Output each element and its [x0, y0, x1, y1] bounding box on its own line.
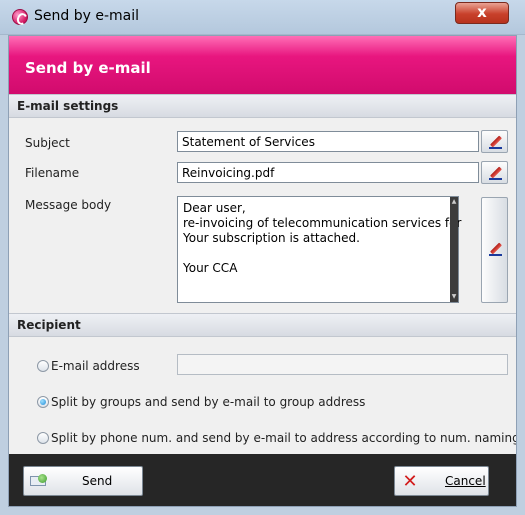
recipient-header-label: Recipient — [17, 318, 81, 332]
pencil-icon — [489, 136, 502, 149]
send-email-window: Send by e-mail x Send by e-mail E-mail s… — [0, 0, 525, 515]
email-settings-header: E-mail settings — [9, 94, 516, 118]
message-line: Your CCA — [183, 261, 238, 275]
subject-field[interactable]: Statement of Services — [177, 131, 479, 152]
cancel-button-label: Cancel — [445, 474, 486, 488]
banner: Send by e-mail — [9, 36, 516, 94]
radio-label: Split by groups and send by e-mail to gr… — [51, 395, 366, 409]
pencil-icon — [489, 167, 502, 180]
message-line: re-invoicing of telecommunication servic… — [183, 216, 462, 230]
message-edit-button[interactable] — [481, 197, 508, 303]
send-button-label: Send — [82, 474, 113, 488]
filename-field[interactable]: Reinvoicing.pdf — [177, 162, 479, 183]
footer-bar: Send ✕ Cancel — [9, 454, 516, 506]
radio-button-selected[interactable] — [37, 396, 49, 408]
subject-label: Subject — [25, 136, 70, 150]
email-settings-header-label: E-mail settings — [17, 99, 119, 113]
subject-edit-button[interactable] — [481, 130, 508, 153]
send-button[interactable]: Send — [23, 466, 143, 496]
message-line: Your subscription is attached. — [183, 231, 360, 245]
app-icon — [12, 9, 28, 25]
cancel-x-icon: ✕ — [402, 471, 418, 492]
message-scrollbar[interactable]: ▲ ▼ — [450, 197, 458, 302]
radio-label: Split by phone num. and send by e-mail t… — [51, 431, 517, 445]
window-title: Send by e-mail — [34, 8, 139, 24]
filename-edit-button[interactable] — [481, 161, 508, 184]
radio-button[interactable] — [37, 360, 49, 372]
filename-label: Filename — [25, 166, 80, 180]
message-line: Dear user, — [183, 201, 246, 215]
recipient-header: Recipient — [9, 313, 516, 337]
close-button[interactable]: x — [455, 2, 509, 24]
banner-title: Send by e-mail — [25, 59, 151, 77]
radio-label: E-mail address — [51, 359, 140, 373]
message-body-label: Message body — [25, 198, 112, 212]
radio-button[interactable] — [37, 432, 49, 444]
title-bar: Send by e-mail x — [0, 0, 525, 35]
email-address-input[interactable] — [177, 354, 508, 375]
pencil-icon — [489, 243, 502, 256]
close-icon: x — [477, 3, 487, 21]
message-line — [183, 246, 453, 261]
scroll-up-icon[interactable]: ▲ — [450, 197, 458, 207]
message-body-textarea[interactable]: Dear user, re-invoicing of telecommunica… — [177, 196, 462, 303]
scroll-down-icon[interactable]: ▼ — [450, 292, 458, 302]
mail-send-icon — [30, 474, 48, 487]
cancel-button[interactable]: ✕ Cancel — [394, 466, 489, 496]
dialog-content: Send by e-mail E-mail settings Subject S… — [8, 35, 517, 507]
